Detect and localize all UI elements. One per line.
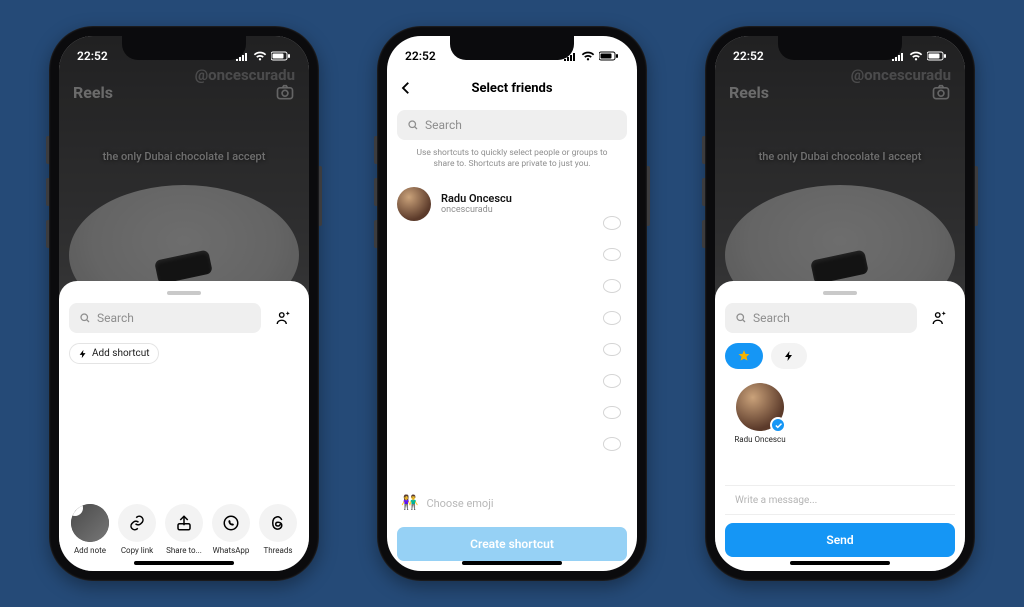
friends-search-placeholder: Search: [425, 118, 462, 132]
add-shortcut-chip[interactable]: Add shortcut: [69, 343, 159, 364]
home-indicator[interactable]: [134, 561, 234, 565]
create-shortcut-label: Create shortcut: [470, 537, 554, 551]
friend-radio[interactable]: [603, 343, 621, 357]
share-to-action[interactable]: Share to...: [165, 504, 203, 555]
share-sheet: Search Add shortcut Add note Copy link: [59, 281, 309, 571]
contacts-row: Radu Oncescu: [725, 383, 955, 444]
threads-icon: [269, 514, 287, 532]
message-input[interactable]: Write a message...: [725, 485, 955, 515]
add-note-action[interactable]: Add note: [71, 504, 109, 555]
friend-radio[interactable]: [603, 437, 621, 451]
threads-action[interactable]: Threads: [259, 504, 297, 555]
friend-radio[interactable]: [603, 406, 621, 420]
star-shortcut-pill[interactable]: [725, 343, 763, 369]
bolt-icon: [78, 349, 88, 359]
phone-1-screen: 22:52 Reels the only Dubai chocolate I a…: [59, 36, 309, 571]
link-icon: [128, 514, 146, 532]
create-shortcut-footer: 👫 Choose emoji Create shortcut: [387, 487, 637, 561]
send-button[interactable]: Send: [725, 523, 955, 557]
ai-suggest-button[interactable]: [269, 303, 299, 333]
whatsapp-icon: [222, 514, 240, 532]
status-time: 22:52: [77, 49, 108, 63]
sheet-grab-handle[interactable]: [823, 291, 857, 295]
friend-row[interactable]: Radu Oncescu oncescuradu: [397, 181, 627, 227]
wifi-icon: [909, 51, 923, 61]
friend-radio[interactable]: [603, 374, 621, 388]
reel-thumbnail-icon: [71, 504, 109, 542]
friend-radio[interactable]: [603, 248, 621, 262]
phone-1: 22:52 Reels the only Dubai chocolate I a…: [49, 26, 319, 581]
battery-icon: [271, 51, 291, 61]
phone-2-screen: 22:52 Select friends Search Use shortcut…: [387, 36, 637, 571]
friend-name: Radu Oncescu: [441, 192, 512, 205]
avatar: [397, 187, 431, 221]
notch: [778, 36, 902, 60]
notch: [450, 36, 574, 60]
friend-radio[interactable]: [603, 311, 621, 325]
friend-radio[interactable]: [603, 216, 621, 230]
notch: [122, 36, 246, 60]
star-icon: [737, 349, 751, 363]
contact-name: Radu Oncescu: [734, 435, 785, 444]
copy-link-label: Copy link: [121, 546, 153, 555]
whatsapp-label: WhatsApp: [213, 546, 250, 555]
home-indicator[interactable]: [790, 561, 890, 565]
whatsapp-action[interactable]: WhatsApp: [212, 504, 250, 555]
select-friends-header: Select friends: [387, 70, 637, 106]
shortcut-filter-row: [725, 343, 955, 369]
bolt-icon: [783, 350, 795, 362]
battery-icon: [927, 51, 947, 61]
search-placeholder: Search: [97, 311, 134, 325]
friend-radio[interactable]: [603, 279, 621, 293]
copy-link-action[interactable]: Copy link: [118, 504, 156, 555]
choose-emoji-label: Choose emoji: [426, 497, 493, 510]
sparkle-person-icon: [275, 309, 293, 327]
send-label: Send: [826, 533, 853, 547]
share-to-label: Share to...: [166, 546, 202, 555]
phone-3: 22:52 Reels the only Dubai chocolate I a…: [705, 26, 975, 581]
send-sheet: Search: [715, 281, 965, 571]
battery-icon: [599, 51, 619, 61]
sparkle-person-icon: [931, 309, 949, 327]
share-search-input[interactable]: Search: [69, 303, 261, 333]
search-icon: [735, 312, 747, 324]
emoji-preview-icon: 👫: [401, 495, 418, 511]
wifi-icon: [581, 51, 595, 61]
friend-username: oncescuradu: [441, 205, 512, 215]
status-time: 22:52: [405, 49, 436, 63]
radio-column: [603, 216, 621, 451]
bolt-shortcut-pill[interactable]: [771, 343, 807, 369]
share-actions-row: Add note Copy link Share to... WhatsApp …: [69, 500, 299, 557]
sheet-grab-handle[interactable]: [167, 291, 201, 295]
back-button[interactable]: [397, 70, 415, 106]
phone-3-screen: 22:52 Reels the only Dubai chocolate I a…: [715, 36, 965, 571]
select-friends-title: Select friends: [471, 81, 552, 96]
home-indicator[interactable]: [462, 561, 562, 565]
create-shortcut-button[interactable]: Create shortcut: [397, 527, 627, 561]
wifi-icon: [253, 51, 267, 61]
avatar: [736, 383, 784, 431]
add-shortcut-label: Add shortcut: [92, 348, 150, 359]
contact-item[interactable]: Radu Oncescu: [725, 383, 795, 444]
threads-label: Threads: [263, 546, 292, 555]
shortcut-help-text: Use shortcuts to quickly select people o…: [413, 148, 611, 171]
status-time: 22:52: [733, 49, 764, 63]
friends-search-input[interactable]: Search: [397, 110, 627, 140]
add-note-label: Add note: [74, 546, 106, 555]
choose-emoji-input[interactable]: 👫 Choose emoji: [397, 487, 627, 519]
send-search-input[interactable]: Search: [725, 303, 917, 333]
search-icon: [79, 312, 91, 324]
phone-2: 22:52 Select friends Search Use shortcut…: [377, 26, 647, 581]
message-placeholder: Write a message...: [735, 495, 817, 506]
ai-suggest-button[interactable]: [925, 303, 955, 333]
send-search-placeholder: Search: [753, 311, 790, 325]
share-icon: [175, 514, 193, 532]
selected-check-icon: [770, 417, 786, 433]
chevron-left-icon: [397, 79, 415, 97]
search-icon: [407, 119, 419, 131]
